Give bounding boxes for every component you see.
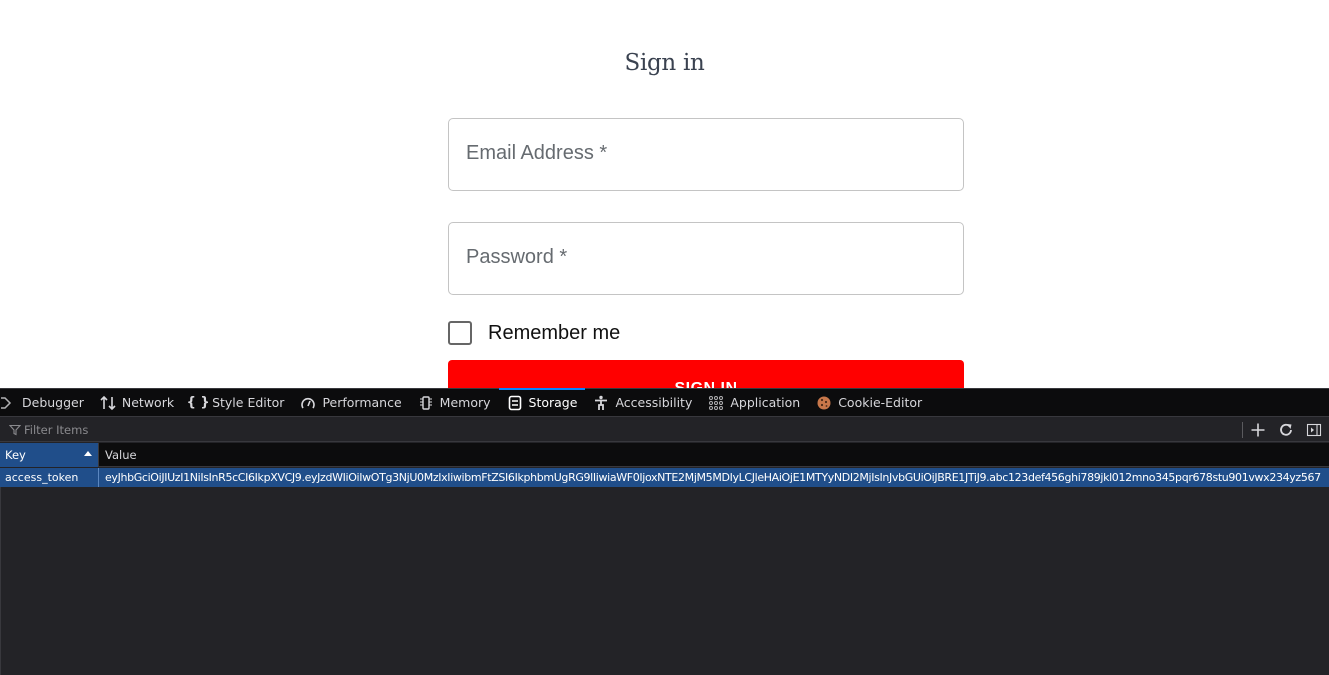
style-editor-icon: { } <box>186 395 210 410</box>
password-label: Password * <box>466 246 568 268</box>
password-field[interactable]: Password * <box>448 222 964 295</box>
column-header-value[interactable]: Value <box>100 443 137 467</box>
tab-cookie-editor[interactable]: Cookie-Editor <box>808 389 930 417</box>
remember-me-checkbox[interactable] <box>448 321 472 345</box>
refresh-icon <box>1280 423 1292 436</box>
tab-network[interactable]: Network <box>92 389 182 417</box>
network-icon <box>100 395 116 411</box>
tab-label: Application <box>730 395 801 410</box>
cookie-icon <box>816 395 832 411</box>
tab-label: Storage <box>528 395 578 410</box>
memory-icon <box>418 395 434 411</box>
toolbar-divider <box>1242 422 1243 438</box>
tab-label: Cookie-Editor <box>838 395 923 410</box>
table-row[interactable]: access_token eyJhbGciOiJIUzI1NiIsInR5cCI… <box>0 468 1329 487</box>
tab-storage[interactable]: Storage <box>498 387 586 417</box>
filter-icon <box>9 424 21 436</box>
refresh-button[interactable] <box>1276 421 1296 439</box>
tab-label: Debugger <box>22 395 84 410</box>
tab-performance[interactable]: Performance <box>292 389 409 417</box>
signin-page: Sign in Email Address * Password * Remem… <box>0 0 1329 388</box>
filter-items-input[interactable] <box>24 422 1224 437</box>
storage-table: Key Value access_token eyJhbGciOiJIUzI1N… <box>0 443 1329 675</box>
table-header: Key Value <box>0 443 1329 467</box>
accessibility-icon <box>593 395 609 411</box>
remember-me-label: Remember me <box>488 321 621 344</box>
column-header-key[interactable]: Key <box>0 443 99 467</box>
devtools-tab-bar: Debugger Network { } Style Editor Perfor… <box>0 387 1329 417</box>
tab-label: Accessibility <box>615 395 693 410</box>
page-title: Sign in <box>624 50 705 76</box>
sort-ascending-icon <box>84 451 92 456</box>
devtools-panel: Debugger Network { } Style Editor Perfor… <box>0 387 1329 675</box>
tab-style-editor[interactable]: { } Style Editor <box>182 389 292 417</box>
tab-memory[interactable]: Memory <box>410 389 499 417</box>
debugger-icon <box>0 395 16 411</box>
tab-application[interactable]: Application <box>700 389 808 417</box>
storage-filter-bar <box>0 418 1329 442</box>
toggle-sidebar-button[interactable] <box>1304 421 1324 439</box>
remember-me[interactable]: Remember me <box>448 320 620 346</box>
tab-label: Style Editor <box>212 395 285 410</box>
sidebar-toggle-icon <box>1306 423 1322 437</box>
application-icon <box>708 395 724 411</box>
row-key[interactable]: access_token <box>0 468 99 487</box>
performance-icon <box>300 395 316 411</box>
sign-in-button[interactable]: SIGN IN <box>448 360 964 388</box>
tab-label: Performance <box>322 395 402 410</box>
tab-accessibility[interactable]: Accessibility <box>585 389 700 417</box>
email-field[interactable]: Email Address * <box>448 118 964 191</box>
storage-icon <box>507 395 523 411</box>
add-item-button[interactable] <box>1248 421 1268 439</box>
email-label: Email Address * <box>466 142 608 164</box>
row-value[interactable]: eyJhbGciOiJIUzI1NiIsInR5cCI6IkpXVCJ9.eyJ… <box>100 468 1329 487</box>
tab-label: Memory <box>439 395 491 410</box>
tab-debugger[interactable]: Debugger <box>0 389 92 417</box>
tab-label: Network <box>121 395 175 410</box>
plus-icon <box>1251 423 1265 437</box>
panel-edge <box>0 487 1 675</box>
column-header-label: Value <box>105 448 137 462</box>
column-header-label: Key <box>5 448 26 462</box>
